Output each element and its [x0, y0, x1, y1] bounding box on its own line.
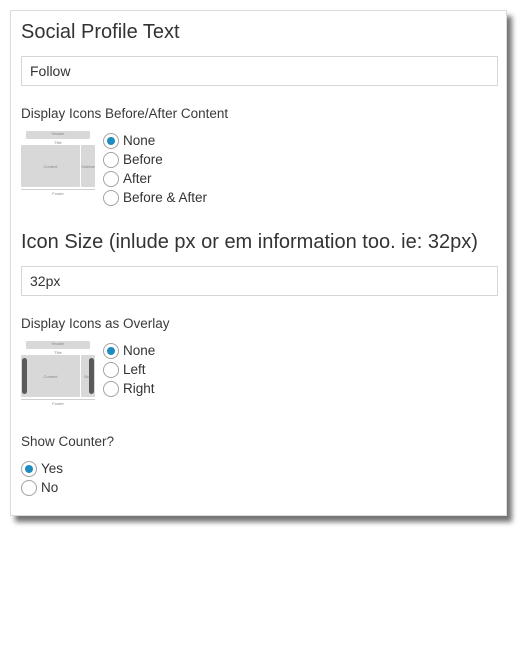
overlay-label: Display Icons as Overlay [11, 296, 506, 341]
radio-label: After [123, 171, 152, 186]
social-profile-input[interactable] [21, 56, 498, 86]
thumb-footer: Footer [21, 401, 95, 406]
radio-label: Before & After [123, 190, 207, 205]
thumb-sidebar: Sidebar [81, 145, 95, 187]
radio-label: Right [123, 381, 155, 396]
settings-panel: Social Profile Text Display Icons Before… [10, 10, 507, 516]
radio-row[interactable]: Left [103, 360, 155, 379]
layout-thumbnail: Header Title Content Sidebar Footer [21, 131, 95, 196]
display-icons-label: Display Icons Before/After Content [11, 86, 506, 131]
radio-row[interactable]: None [103, 131, 207, 150]
radio-label: None [123, 343, 155, 358]
radio-label: Before [123, 152, 163, 167]
social-profile-title: Social Profile Text [11, 11, 506, 54]
radio-row[interactable]: Before [103, 150, 207, 169]
icon-size-input[interactable] [21, 266, 498, 296]
display-icons-radios: None Before After Before & After [103, 131, 207, 207]
radio-overlay-none[interactable] [103, 343, 119, 359]
radio-row[interactable]: Before & After [103, 188, 207, 207]
radio-none[interactable] [103, 133, 119, 149]
radio-row[interactable]: No [21, 478, 496, 497]
radio-row[interactable]: After [103, 169, 207, 188]
overlay-slider-right [89, 358, 94, 394]
thumb-title: Title [21, 140, 95, 144]
thumb-header: Header [26, 341, 90, 349]
radio-label: None [123, 133, 155, 148]
radio-counter-yes[interactable] [21, 461, 37, 477]
thumb-title: Title [21, 350, 95, 354]
layout-thumbnail-overlay: Header Title Content Side Footer [21, 341, 95, 406]
radio-row[interactable]: Right [103, 379, 155, 398]
icon-size-title: Icon Size (inlude px or em information t… [11, 215, 506, 264]
overlay-block: Header Title Content Side Footer None Le… [11, 341, 506, 414]
radio-label: No [41, 480, 58, 495]
display-icons-block: Header Title Content Sidebar Footer None… [11, 131, 506, 215]
radio-before-after[interactable] [103, 190, 119, 206]
radio-counter-no[interactable] [21, 480, 37, 496]
thumb-content: Content [21, 145, 80, 187]
counter-radios: Yes No [11, 459, 506, 497]
radio-before[interactable] [103, 152, 119, 168]
radio-after[interactable] [103, 171, 119, 187]
thumb-content: Content [21, 355, 80, 397]
overlay-slider-left [22, 358, 27, 394]
overlay-radios: None Left Right [103, 341, 155, 398]
radio-row[interactable]: Yes [21, 459, 496, 478]
radio-label: Left [123, 362, 146, 377]
radio-label: Yes [41, 461, 63, 476]
radio-row[interactable]: None [103, 341, 155, 360]
radio-overlay-right[interactable] [103, 381, 119, 397]
thumb-footer: Footer [21, 191, 95, 196]
thumb-header: Header [26, 131, 90, 139]
radio-overlay-left[interactable] [103, 362, 119, 378]
counter-label: Show Counter? [11, 414, 506, 459]
